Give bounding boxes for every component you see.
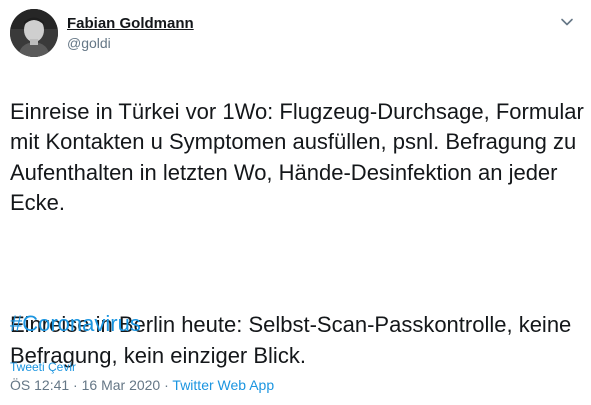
hashtag-link[interactable]: #Coronavirus [10, 311, 141, 337]
chevron-down-icon[interactable] [559, 14, 575, 30]
tweet-time[interactable]: ÖS 12:41 [10, 377, 69, 393]
translate-tweet-link[interactable]: Tweeti Çevir [10, 360, 76, 374]
avatar-photo-icon [10, 9, 58, 57]
meta-separator-2: · [160, 377, 173, 393]
avatar[interactable] [10, 9, 58, 57]
tweet-card: Fabian Goldmann @goldi Einreise in Türke… [0, 0, 591, 405]
meta-separator: · [69, 377, 82, 393]
author-display-name[interactable]: Fabian Goldmann [67, 15, 194, 32]
tweet-meta: ÖS 12:41 · 16 Mar 2020 · Twitter Web App [10, 377, 274, 393]
source-app-link[interactable]: Twitter Web App [172, 377, 274, 393]
tweet-text: Einreise in Türkei vor 1Wo: Flugzeug-Dur… [10, 66, 585, 402]
tweet-date[interactable]: 16 Mar 2020 [82, 377, 161, 393]
author-handle: @goldi [67, 35, 111, 51]
tweet-paragraph-1: Einreise in Türkei vor 1Wo: Flugzeug-Dur… [10, 98, 584, 216]
